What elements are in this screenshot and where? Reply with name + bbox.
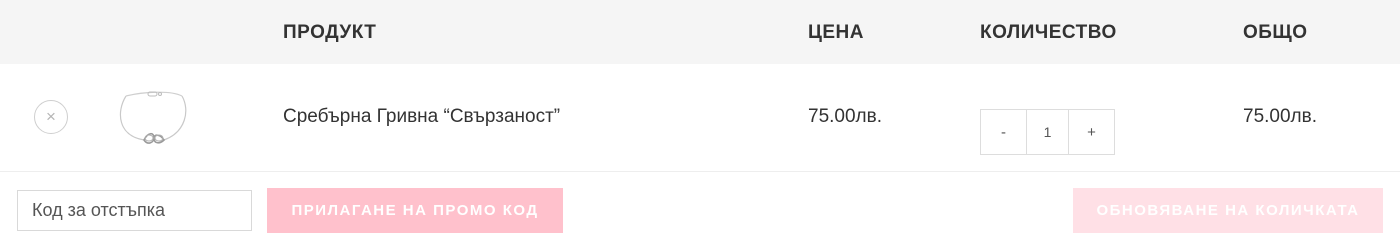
product-name-link[interactable]: Сребърна Гривна “Свързаност” (283, 106, 560, 128)
product-price: 75.00лв. (808, 106, 883, 127)
coupon-code-input[interactable] (17, 190, 252, 231)
close-icon: × (46, 107, 56, 126)
cart-item-row: × Сребърна Гривна “Свързаност” 75.00лв. … (0, 64, 1400, 172)
quantity-stepper: - + (980, 109, 1115, 155)
increase-quantity-button[interactable]: + (1069, 110, 1114, 154)
silver-bracelet-icon (119, 91, 187, 144)
apply-coupon-button[interactable]: ПРИЛАГАНЕ НА ПРОМО КОД (267, 188, 563, 233)
product-subtotal: 75.00лв. (1243, 106, 1318, 127)
remove-item-button[interactable]: × (34, 100, 68, 134)
update-cart-button[interactable]: ОБНОВЯВАНЕ НА КОЛИЧКАТА (1073, 188, 1383, 233)
quantity-input[interactable] (1026, 110, 1069, 154)
column-header-total: ОБЩО (1243, 22, 1308, 43)
product-thumbnail[interactable] (112, 84, 196, 152)
decrease-quantity-button[interactable]: - (981, 110, 1026, 154)
column-header-product: ПРОДУКТ (283, 22, 377, 43)
column-header-price: ЦЕНА (808, 22, 864, 43)
column-header-quantity: КОЛИЧЕСТВО (980, 22, 1117, 43)
cart-table-header: ПРОДУКТ ЦЕНА КОЛИЧЕСТВО ОБЩО (0, 0, 1400, 64)
